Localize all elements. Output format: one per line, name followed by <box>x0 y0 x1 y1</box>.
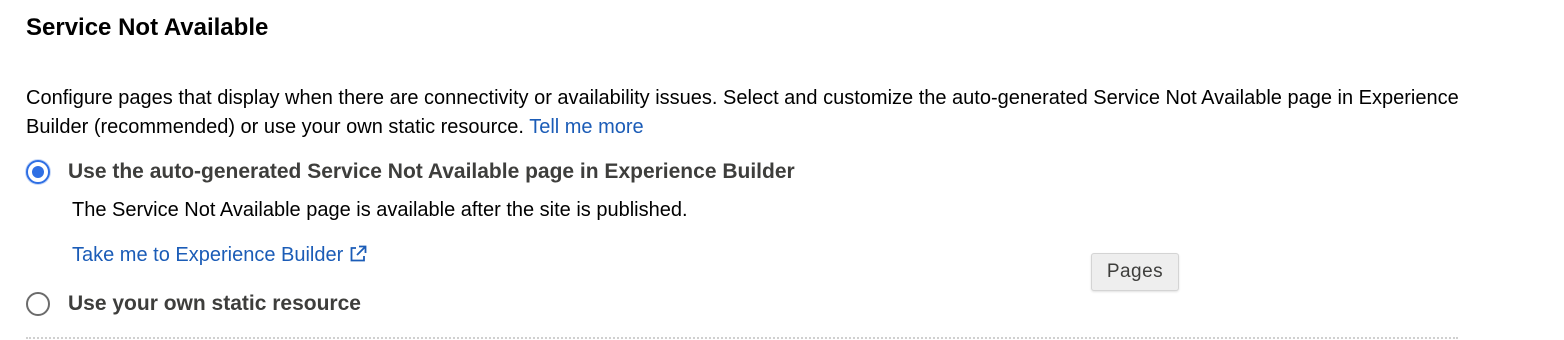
radio-label-static-resource[interactable]: Use your own static resource <box>68 292 361 316</box>
radio-option-auto-generated[interactable]: Use the auto-generated Service Not Avail… <box>26 160 795 184</box>
section-divider <box>26 337 1458 339</box>
experience-builder-link[interactable]: Take me to Experience Builder <box>72 244 368 267</box>
section-title: Service Not Available <box>26 14 269 41</box>
radio-option-static-resource[interactable]: Use your own static resource <box>26 292 361 316</box>
pages-tooltip: Pages <box>1091 253 1179 291</box>
external-link-icon <box>350 245 367 261</box>
tell-me-more-link[interactable]: Tell me more <box>529 116 643 138</box>
option-detail-text: The Service Not Available page is availa… <box>72 199 688 221</box>
description-text: Configure pages that display when there … <box>26 87 1459 138</box>
section-description: Configure pages that display when there … <box>26 84 1466 142</box>
radio-label-auto-generated[interactable]: Use the auto-generated Service Not Avail… <box>68 160 795 184</box>
radio-button-static-resource[interactable] <box>26 292 50 316</box>
experience-builder-link-label[interactable]: Take me to Experience Builder <box>72 244 343 267</box>
radio-button-auto-generated[interactable] <box>26 160 50 184</box>
